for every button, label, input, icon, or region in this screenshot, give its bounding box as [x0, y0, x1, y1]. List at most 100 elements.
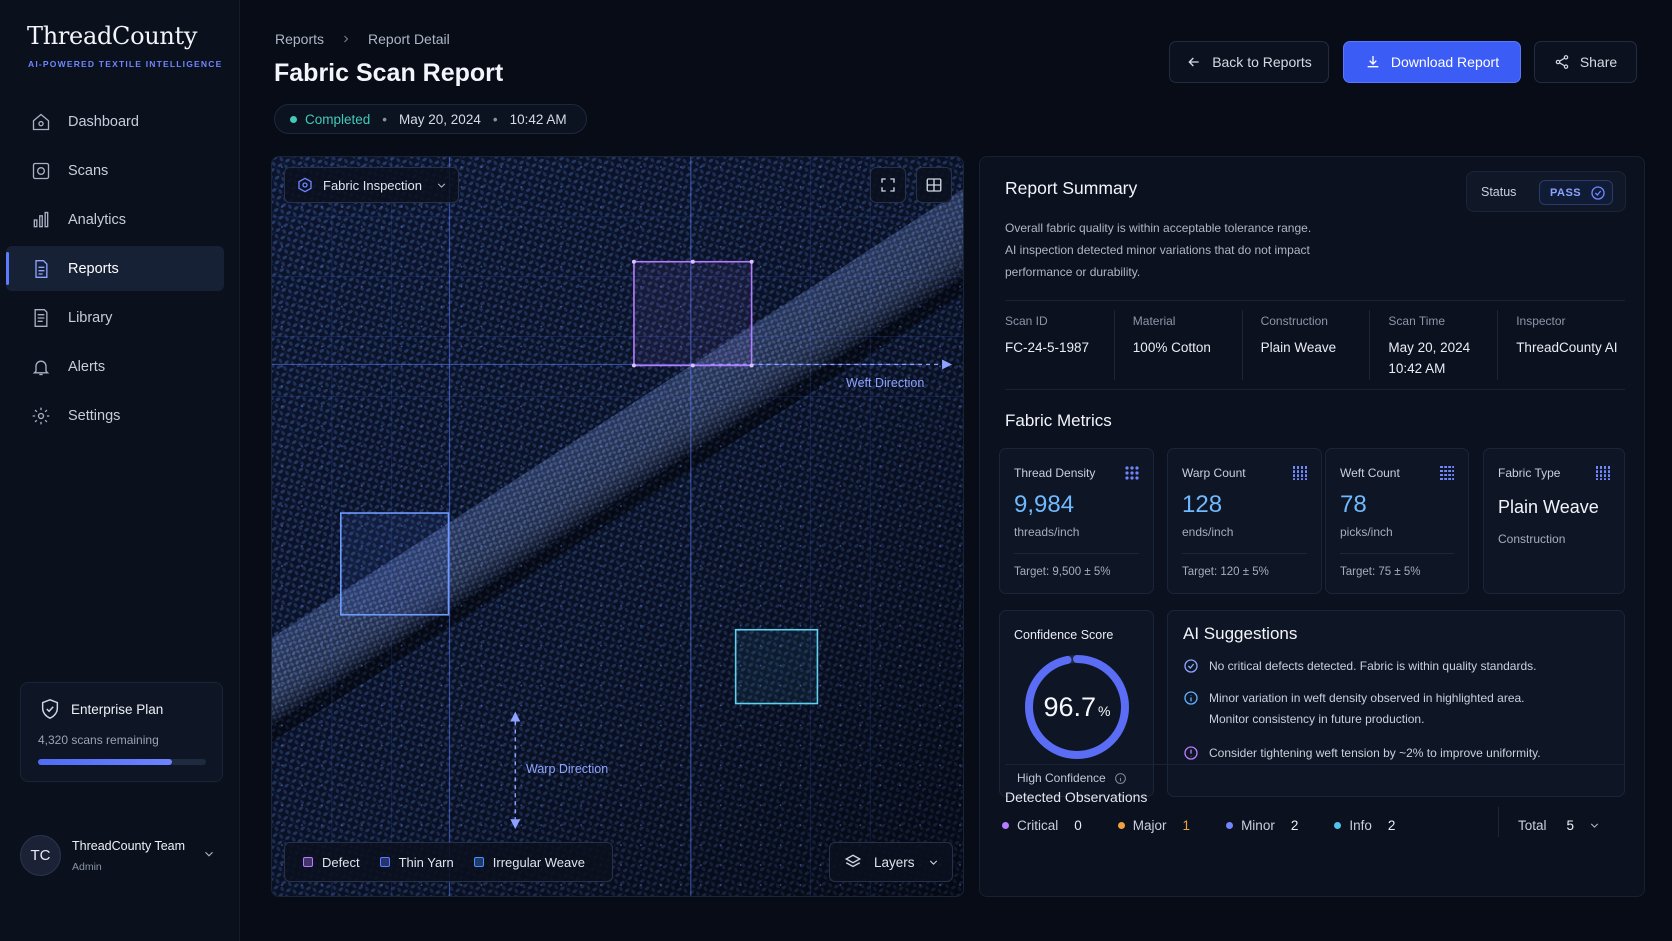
status-time: 10:42 AM — [509, 111, 567, 127]
metric-unit: ends/inch — [1182, 525, 1234, 539]
observation-minor[interactable]: Minor 2 — [1226, 818, 1298, 833]
sidebar-item-reports[interactable]: Reports — [6, 246, 224, 291]
sidebar-item-library[interactable]: Library — [6, 295, 224, 340]
metric-card-warp-count[interactable]: Warp Count 128 ends/inch Target: 120 ± 5… — [1167, 448, 1322, 594]
ai-suggestion-item: Consider tightening weft tension by ~2% … — [1183, 743, 1541, 764]
pass-label: PASS — [1550, 186, 1582, 199]
sidebar-item-label: Library — [68, 309, 113, 326]
chevron-down-icon — [1590, 823, 1599, 828]
legend-item-defect[interactable]: Defect — [303, 855, 360, 870]
fabric-metrics-title: Fabric Metrics — [1005, 411, 1112, 430]
ai-suggestion-item: Minor variation in weft density observed… — [1183, 688, 1525, 730]
layers-button[interactable]: Layers — [829, 842, 953, 882]
scan-icon — [32, 162, 50, 179]
user-role: Admin — [72, 861, 102, 873]
metric-value: Plain Weave — [1498, 497, 1599, 517]
plan-card[interactable]: Enterprise Plan 4,320 scans remaining — [20, 682, 223, 782]
sidebar-item-label: Reports — [68, 260, 119, 277]
observation-critical[interactable]: Critical 0 — [1002, 818, 1082, 833]
metric-value: 9,984 — [1014, 491, 1075, 518]
sidebar-nav: Dashboard Scans Analytics Reports Librar… — [6, 99, 224, 442]
back-to-reports-button[interactable]: Back to Reports — [1169, 41, 1329, 83]
download-report-label: Download Report — [1390, 54, 1500, 70]
report-summary-panel: Report Summary Status PASS Overall fabri… — [979, 156, 1645, 897]
layers-icon — [844, 854, 862, 868]
grid-view-button[interactable] — [916, 167, 952, 203]
check-circle-icon — [1591, 185, 1605, 200]
fullscreen-icon — [881, 178, 895, 192]
thread-grid-icon — [1125, 466, 1139, 480]
weft-direction-label: Weft Direction — [846, 376, 925, 390]
breadcrumb-reports-link[interactable]: Reports — [275, 31, 324, 47]
user-menu[interactable]: TC ThreadCounty Team Admin — [20, 835, 225, 879]
legend-swatch — [303, 857, 313, 867]
inspection-mode-select[interactable]: Fabric Inspection — [284, 167, 459, 203]
observations-summary: Critical 0 Major 1 Minor 2 Info 2 — [1002, 818, 1431, 833]
metric-value: 128 — [1182, 491, 1223, 518]
status-dot — [290, 115, 297, 123]
sidebar-item-alerts[interactable]: Alerts — [6, 344, 224, 389]
chevron-down-icon — [929, 859, 937, 865]
status-label: Status — [1481, 185, 1517, 199]
legend-item-thin-yarn[interactable]: Thin Yarn — [379, 854, 454, 870]
sidebar-item-analytics[interactable]: Analytics — [6, 197, 224, 242]
sidebar-item-label: Alerts — [68, 358, 106, 375]
meta-inspector: Inspector ThreadCounty AI — [1497, 310, 1625, 380]
divider — [1005, 300, 1625, 301]
sidebar-item-label: Dashboard — [68, 113, 139, 130]
check-circle-icon — [1184, 659, 1198, 673]
report-description: Overall fabric quality is within accepta… — [1005, 217, 1365, 283]
metric-card-weft-count[interactable]: Weft Count 78 picks/inch Target: 75 ± 5% — [1325, 448, 1469, 594]
metric-value: 78 — [1340, 491, 1367, 518]
fabric-scan-viewer[interactable]: Weft Direction Warp Direction Fabric Ins… — [271, 156, 964, 897]
bar-chart-icon — [33, 211, 49, 227]
plan-remaining: 4,320 scans remaining — [38, 733, 159, 747]
ai-suggestions-card: AI Suggestions No critical defects detec… — [1167, 610, 1625, 797]
legend-label: Thin Yarn — [398, 854, 454, 870]
metric-card-fabric-type[interactable]: Fabric Type Plain Weave Construction — [1483, 448, 1625, 594]
info-icon[interactable] — [1114, 772, 1127, 785]
sidebar-item-dashboard[interactable]: Dashboard — [6, 99, 224, 144]
weave-grid-icon — [1595, 466, 1611, 480]
confidence-score-card: Confidence Score 96.7% High Confidence — [999, 610, 1154, 797]
meta-construction: Construction Plain Weave — [1241, 310, 1370, 380]
scan-metadata: Scan ID FC-24-5-1987 Material 100% Cotto… — [1005, 310, 1625, 380]
metric-card-thread-density[interactable]: Thread Density 9,984 threads/inch Target… — [999, 448, 1154, 594]
plan-usage-bar — [38, 759, 206, 765]
inspection-mode-value: Fabric Inspection — [323, 177, 422, 193]
sidebar-item-settings[interactable]: Settings — [6, 393, 224, 438]
status-state: Completed — [305, 111, 371, 127]
alert-icon — [1184, 746, 1198, 760]
brand-logo[interactable]: ThreadCounty — [27, 22, 197, 50]
legend-item-irregular-weave[interactable]: Irregular Weave — [473, 855, 585, 870]
warp-grid-icon — [1292, 466, 1308, 480]
sidebar-item-scans[interactable]: Scans — [6, 148, 224, 193]
bell-icon — [32, 360, 50, 375]
observation-info[interactable]: Info 2 — [1334, 818, 1395, 833]
plan-usage-fill — [38, 759, 173, 765]
chevron-down-icon[interactable] — [202, 847, 216, 861]
legend-swatch — [379, 857, 390, 867]
gear-icon — [32, 407, 50, 424]
breadcrumb: Reports Report Detail — [275, 31, 450, 47]
hexagon-icon — [298, 177, 312, 193]
ai-suggestions-title: AI Suggestions — [1183, 624, 1298, 643]
defect-legend: Defect Thin Yarn Irregular Weave — [284, 842, 613, 882]
description-line: AI inspection detected minor variations … — [1005, 243, 1310, 257]
fullscreen-button[interactable] — [870, 167, 906, 203]
chevron-right-icon — [344, 35, 349, 43]
confidence-value: 96.7% — [1043, 691, 1111, 722]
metric-target: Target: 9,500 ± 5% — [1014, 566, 1111, 578]
brand-tagline: AI-POWERED TEXTILE INTELLIGENCE — [28, 59, 223, 69]
share-button[interactable]: Share — [1534, 41, 1637, 83]
weft-grid-icon — [1440, 465, 1454, 481]
observations-total-select[interactable]: Total 5 — [1518, 818, 1601, 833]
library-icon — [34, 308, 48, 327]
metric-unit: Construction — [1498, 532, 1566, 546]
status-date: May 20, 2024 — [399, 111, 481, 127]
metric-unit: picks/inch — [1340, 525, 1393, 539]
meta-scan-time: Scan Time May 20, 2024 10:42 AM — [1369, 310, 1497, 380]
download-report-button[interactable]: Download Report — [1343, 41, 1521, 83]
observation-major[interactable]: Major 1 — [1117, 818, 1190, 833]
user-name: ThreadCounty Team — [72, 839, 186, 853]
